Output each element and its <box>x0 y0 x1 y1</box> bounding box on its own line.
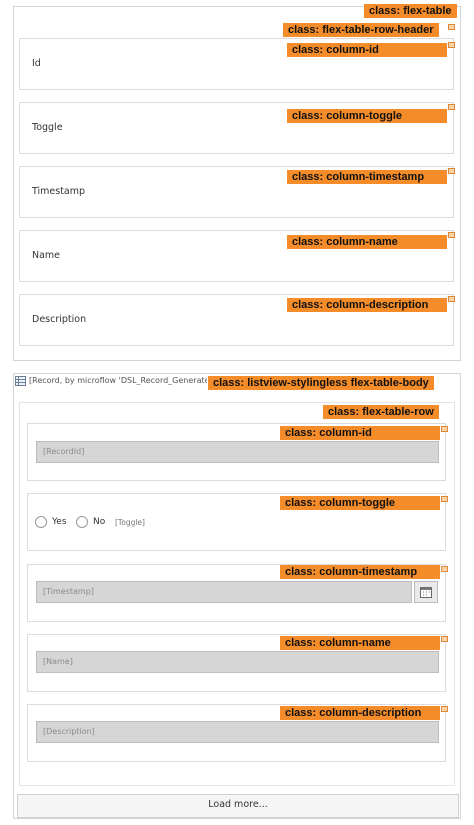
tag-marker <box>441 496 448 502</box>
toggle-yes-radio[interactable] <box>35 516 47 528</box>
load-more-button[interactable]: Load more... <box>17 794 459 818</box>
row-column-timestamp-tag: class: column-timestamp <box>280 565 440 579</box>
row-column-description-tag: class: column-description <box>280 706 440 720</box>
flex-table-row-tag: class: flex-table-row <box>323 405 439 419</box>
header-label-timestamp: Timestamp <box>32 186 86 197</box>
flex-table-row-header-tag: class: flex-table-row-header <box>283 23 439 37</box>
column-toggle-tag: class: column-toggle <box>287 109 447 123</box>
tag-marker <box>448 232 455 238</box>
row-column-name-tag: class: column-name <box>280 636 440 650</box>
listview-body-tag: class: listview-stylingless flex-table-b… <box>208 376 434 390</box>
tag-marker <box>448 24 455 30</box>
timestamp-field[interactable]: [Timestamp] <box>36 581 412 603</box>
header-label-description: Description <box>32 314 87 325</box>
listview-source-caption: [Record, by microflow 'DSL_Record_Genera… <box>29 376 207 385</box>
tag-marker <box>441 706 448 712</box>
tag-marker <box>448 42 455 48</box>
listview-source-icon <box>15 376 26 386</box>
header-label-name: Name <box>32 250 61 261</box>
tag-marker <box>441 636 448 642</box>
name-field[interactable]: [Name] <box>36 651 439 673</box>
tag-marker <box>448 104 455 110</box>
tag-marker <box>441 426 448 432</box>
tag-marker <box>441 566 448 572</box>
header-label-toggle: Toggle <box>32 122 63 133</box>
tag-marker <box>448 168 455 174</box>
row-column-id-tag: class: column-id <box>280 426 440 440</box>
header-label-id: Id <box>32 58 41 69</box>
record-id-field[interactable]: [RecordId] <box>36 441 439 463</box>
flex-table-tag: class: flex-table <box>364 4 457 18</box>
column-description-tag: class: column-description <box>287 298 447 312</box>
column-name-tag: class: column-name <box>287 235 447 249</box>
column-id-tag: class: column-id <box>287 43 447 57</box>
calendar-icon <box>420 587 432 598</box>
row-column-toggle-tag: class: column-toggle <box>280 496 440 510</box>
description-field[interactable]: [Description] <box>36 721 439 743</box>
toggle-yes-label[interactable]: Yes <box>52 517 67 527</box>
toggle-caption: [Toggle] <box>115 518 145 527</box>
toggle-no-label[interactable]: No <box>93 517 105 527</box>
toggle-no-radio[interactable] <box>76 516 88 528</box>
column-timestamp-tag: class: column-timestamp <box>287 170 447 184</box>
tag-marker <box>448 296 455 302</box>
date-picker-button[interactable] <box>414 581 438 603</box>
